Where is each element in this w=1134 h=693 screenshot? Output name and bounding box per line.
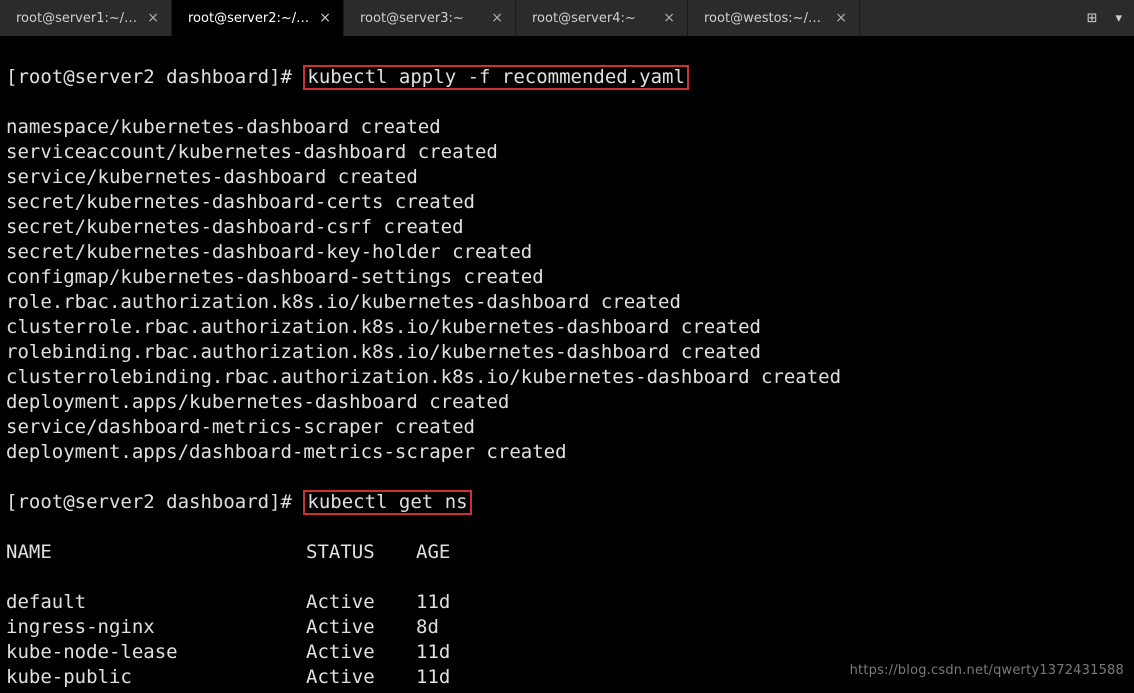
output-line: configmap/kubernetes-dashboard-settings … [6,265,1128,290]
output-line: service/kubernetes-dashboard created [6,165,1128,190]
output-line: clusterrole.rbac.authorization.k8s.io/ku… [6,315,1128,340]
table-row: defaultActive11d [6,590,1128,615]
close-icon[interactable]: × [657,6,675,31]
tab-server1[interactable]: root@server1:~/har… × [0,0,172,36]
output-line: namespace/kubernetes-dashboard created [6,115,1128,140]
table-row: ingress-nginxActive8d [6,615,1128,640]
close-icon[interactable]: × [313,6,331,31]
tab-label: root@westos:~/Des… [704,6,829,31]
new-tab-icon[interactable]: ⊞ [1087,6,1098,31]
output-line: clusterrolebinding.rbac.authorization.k8… [6,365,1128,390]
command-highlight: kubectl apply -f recommended.yaml [303,65,689,90]
output-line: serviceaccount/kubernetes-dashboard crea… [6,140,1128,165]
close-icon[interactable]: × [141,6,159,31]
output-line: secret/kubernetes-dashboard-certs create… [6,190,1128,215]
close-icon[interactable]: × [485,6,503,31]
shell-prompt: [root@server2 dashboard]# [6,66,303,88]
output-line: secret/kubernetes-dashboard-key-holder c… [6,240,1128,265]
output-line: secret/kubernetes-dashboard-csrf created [6,215,1128,240]
tab-bar: root@server1:~/har… × root@server2:~/das… [0,0,1134,36]
output-line: role.rbac.authorization.k8s.io/kubernete… [6,290,1128,315]
terminal-output[interactable]: [root@server2 dashboard]# kubectl apply … [0,36,1134,693]
output-line: deployment.apps/kubernetes-dashboard cre… [6,390,1128,415]
tab-westos[interactable]: root@westos:~/Des… × [688,0,860,36]
output-line: service/dashboard-metrics-scraper create… [6,415,1128,440]
output-line: deployment.apps/dashboard-metrics-scrape… [6,440,1128,465]
tab-label: root@server3:~ [360,6,464,31]
tab-label: root@server1:~/har… [16,6,141,31]
tab-server3[interactable]: root@server3:~ × [344,0,516,36]
tab-server2[interactable]: root@server2:~/das… × [172,0,344,36]
tab-label: root@server4:~ [532,6,636,31]
tab-label: root@server2:~/das… [188,6,313,31]
output-line: rolebinding.rbac.authorization.k8s.io/ku… [6,340,1128,365]
command-highlight: kubectl get ns [303,490,471,515]
table-header: NAMESTATUSAGE [6,540,1128,565]
tab-bar-controls: ⊞ ▾ [1087,0,1134,36]
close-icon[interactable]: × [829,6,847,31]
menu-chevron-icon[interactable]: ▾ [1115,6,1122,31]
shell-prompt: [root@server2 dashboard]# [6,491,303,513]
watermark-text: https://blog.csdn.net/qwerty1372431588 [850,658,1124,683]
tab-server4[interactable]: root@server4:~ × [516,0,688,36]
